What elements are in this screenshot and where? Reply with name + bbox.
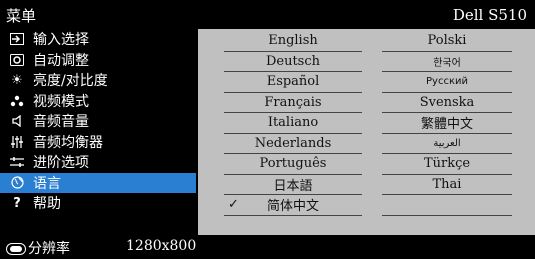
language-option[interactable]: Türkçe (382, 154, 512, 175)
language-option[interactable]: Italiano (224, 113, 362, 134)
menu-item-label: 音频音量 (33, 114, 89, 131)
status-bar: 分辨率 1280x800 (0, 235, 535, 259)
language-option[interactable]: Español (224, 72, 362, 93)
menu-item-label: 亮度/对比度 (33, 73, 108, 90)
menu-item-label: 帮助 (33, 196, 61, 213)
language-option[interactable]: Français (224, 93, 362, 113)
model-name: Dell S510 (452, 6, 527, 24)
language-option[interactable]: Svenska (382, 93, 512, 113)
equalizer-icon (8, 135, 26, 148)
menu-item-input-select[interactable]: 输入选择 (0, 29, 196, 50)
language-option[interactable]: العربية (382, 134, 512, 154)
language-column-right: Polski 한국어 Русский Svenska 繁體中文 العربية … (382, 31, 512, 216)
resolution-value: 1280x800 (126, 238, 197, 254)
language-option[interactable]: Nederlands (224, 134, 362, 154)
language-option-selected[interactable]: ✓ 简体中文 (224, 195, 362, 216)
checkmark-icon: ✓ (228, 197, 239, 213)
video-mode-icon (8, 95, 26, 107)
language-panel: English Deutsch Español Français Italian… (198, 29, 535, 235)
globe-icon (8, 176, 26, 189)
menu-item-label: 语言 (33, 175, 61, 192)
resolution-icon (6, 240, 26, 259)
menu-item-label: 输入选择 (33, 32, 89, 49)
menu-item-label: 视频模式 (33, 93, 89, 110)
language-option[interactable]: Deutsch (224, 52, 362, 72)
language-option[interactable]: Português (224, 154, 362, 175)
main-menu: 输入选择 自动调整 ☀ 亮度/对比度 视频模式 音频音量 音频均衡器 进阶选项 (0, 29, 196, 214)
input-icon (8, 33, 26, 46)
auto-adjust-icon (8, 53, 26, 66)
language-option[interactable]: 한국어 (382, 52, 512, 72)
speaker-icon (8, 115, 26, 128)
language-option[interactable]: English (224, 31, 362, 52)
menu-item-video-mode[interactable]: 视频模式 (0, 91, 196, 112)
menu-item-label: 自动调整 (33, 52, 89, 69)
menu-item-label: 进阶选项 (33, 155, 89, 172)
language-option[interactable]: 日本語 (224, 175, 362, 195)
language-column-left: English Deutsch Español Français Italian… (224, 31, 362, 216)
menu-item-language[interactable]: 语言 (0, 172, 196, 193)
language-option[interactable]: Thai (382, 175, 512, 195)
language-option-empty (382, 195, 512, 216)
help-icon: ? (13, 195, 21, 211)
language-option[interactable]: Polski (382, 31, 512, 52)
menu-item-label: 音频均衡器 (33, 134, 103, 151)
resolution-label: 分辨率 (28, 241, 70, 257)
menu-item-brightness-contrast[interactable]: ☀ 亮度/对比度 (0, 70, 196, 91)
title-bar: 菜单 Dell S510 (0, 0, 535, 28)
menu-item-audio-volume[interactable]: 音频音量 (0, 111, 196, 132)
language-option[interactable]: Русский (382, 72, 512, 93)
menu-item-audio-equalizer[interactable]: 音频均衡器 (0, 132, 196, 153)
menu-item-advanced[interactable]: 进阶选项 (0, 152, 196, 173)
menu-title: 菜单 (6, 7, 37, 25)
menu-item-help[interactable]: ? 帮助 (0, 193, 196, 214)
brightness-icon: ☀ (11, 72, 23, 88)
advanced-icon (8, 156, 26, 168)
menu-item-auto-adjust[interactable]: 自动调整 (0, 50, 196, 71)
language-option[interactable]: 繁體中文 (382, 113, 512, 134)
